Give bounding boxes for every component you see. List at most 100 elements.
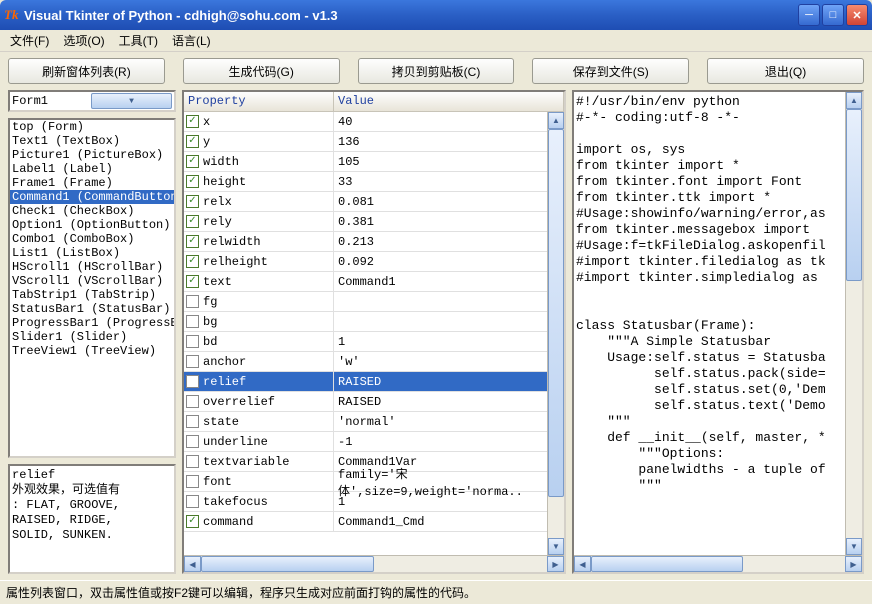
scroll-thumb-v[interactable] bbox=[846, 109, 862, 281]
checkbox-icon[interactable] bbox=[186, 355, 199, 368]
checkbox-icon[interactable]: ✓ bbox=[186, 195, 199, 208]
list-item[interactable]: Text1 (TextBox) bbox=[10, 134, 174, 148]
list-item[interactable]: VScroll1 (VScrollBar) bbox=[10, 274, 174, 288]
property-value[interactable] bbox=[334, 312, 547, 331]
property-row[interactable]: ✓rely0.381 bbox=[184, 212, 547, 232]
list-item[interactable]: Command1 (CommandButton) bbox=[10, 190, 174, 204]
property-row[interactable]: underline-1 bbox=[184, 432, 547, 452]
checkbox-icon[interactable]: ✓ bbox=[186, 515, 199, 528]
list-item[interactable]: Slider1 (Slider) bbox=[10, 330, 174, 344]
property-value[interactable]: 1 bbox=[334, 492, 547, 511]
property-row[interactable]: bd1 bbox=[184, 332, 547, 352]
checkbox-icon[interactable] bbox=[186, 375, 199, 388]
refresh-forms-button[interactable]: 刷新窗体列表(R) bbox=[8, 58, 165, 84]
property-row[interactable]: ✓x40 bbox=[184, 112, 547, 132]
code-scroll-h[interactable]: ◀ ▶ bbox=[574, 555, 862, 572]
checkbox-icon[interactable]: ✓ bbox=[186, 235, 199, 248]
menu-file[interactable]: 文件(F) bbox=[4, 30, 55, 51]
property-value[interactable]: 0.213 bbox=[334, 232, 547, 251]
list-item[interactable]: TreeView1 (TreeView) bbox=[10, 344, 174, 358]
property-row[interactable]: ✓textCommand1 bbox=[184, 272, 547, 292]
checkbox-icon[interactable] bbox=[186, 455, 199, 468]
maximize-button[interactable]: □ bbox=[822, 4, 844, 26]
scroll-left-icon[interactable]: ◀ bbox=[184, 556, 201, 572]
property-scroll-v[interactable]: ▲ ▼ bbox=[547, 112, 564, 555]
list-item[interactable]: Label1 (Label) bbox=[10, 162, 174, 176]
property-value[interactable]: 1 bbox=[334, 332, 547, 351]
checkbox-icon[interactable] bbox=[186, 475, 199, 488]
checkbox-icon[interactable] bbox=[186, 415, 199, 428]
property-value[interactable]: 136 bbox=[334, 132, 547, 151]
checkbox-icon[interactable] bbox=[186, 335, 199, 348]
checkbox-icon[interactable]: ✓ bbox=[186, 215, 199, 228]
property-row[interactable]: fontfamily='宋体',size=9,weight='norma.. bbox=[184, 472, 547, 492]
scroll-down-icon[interactable]: ▼ bbox=[548, 538, 564, 555]
close-button[interactable]: ✕ bbox=[846, 4, 868, 26]
checkbox-icon[interactable]: ✓ bbox=[186, 275, 199, 288]
property-value[interactable]: 'w' bbox=[334, 352, 547, 371]
checkbox-icon[interactable] bbox=[186, 295, 199, 308]
checkbox-icon[interactable]: ✓ bbox=[186, 135, 199, 148]
minimize-button[interactable]: ─ bbox=[798, 4, 820, 26]
property-value[interactable]: Command1_Cmd bbox=[334, 512, 547, 531]
checkbox-icon[interactable]: ✓ bbox=[186, 175, 199, 188]
scroll-thumb-h[interactable] bbox=[591, 556, 743, 572]
chevron-down-icon[interactable]: ▼ bbox=[91, 93, 172, 109]
list-item[interactable]: Picture1 (PictureBox) bbox=[10, 148, 174, 162]
property-row[interactable]: bg bbox=[184, 312, 547, 332]
property-value[interactable]: 'normal' bbox=[334, 412, 547, 431]
property-row[interactable]: ✓relheight0.092 bbox=[184, 252, 547, 272]
property-value[interactable]: 33 bbox=[334, 172, 547, 191]
property-value[interactable] bbox=[334, 292, 547, 311]
list-item[interactable]: Frame1 (Frame) bbox=[10, 176, 174, 190]
property-row[interactable]: reliefRAISED bbox=[184, 372, 547, 392]
list-item[interactable]: Check1 (CheckBox) bbox=[10, 204, 174, 218]
checkbox-icon[interactable] bbox=[186, 435, 199, 448]
scroll-thumb-v[interactable] bbox=[548, 129, 564, 497]
checkbox-icon[interactable] bbox=[186, 315, 199, 328]
scroll-right-icon[interactable]: ▶ bbox=[845, 556, 862, 572]
property-row[interactable]: ✓y136 bbox=[184, 132, 547, 152]
checkbox-icon[interactable] bbox=[186, 395, 199, 408]
list-item[interactable]: HScroll1 (HScrollBar) bbox=[10, 260, 174, 274]
col-property[interactable]: Property bbox=[184, 92, 334, 112]
code-view[interactable]: #!/usr/bin/env python #-*- coding:utf-8 … bbox=[574, 92, 845, 555]
property-value[interactable]: 0.381 bbox=[334, 212, 547, 231]
property-row[interactable]: takefocus1 bbox=[184, 492, 547, 512]
generate-code-button[interactable]: 生成代码(G) bbox=[183, 58, 340, 84]
list-item[interactable]: Option1 (OptionButton) bbox=[10, 218, 174, 232]
property-row[interactable]: ✓commandCommand1_Cmd bbox=[184, 512, 547, 532]
property-row[interactable]: overreliefRAISED bbox=[184, 392, 547, 412]
property-row[interactable]: anchor'w' bbox=[184, 352, 547, 372]
scroll-up-icon[interactable]: ▲ bbox=[846, 92, 862, 109]
form-combo[interactable]: Form1 ▼ bbox=[8, 90, 176, 112]
list-item[interactable]: ProgressBar1 (ProgressBar) bbox=[10, 316, 174, 330]
list-item[interactable]: StatusBar1 (StatusBar) bbox=[10, 302, 174, 316]
scroll-down-icon[interactable]: ▼ bbox=[846, 538, 862, 555]
scroll-right-icon[interactable]: ▶ bbox=[547, 556, 564, 572]
property-row[interactable]: ✓width105 bbox=[184, 152, 547, 172]
property-value[interactable]: -1 bbox=[334, 432, 547, 451]
menu-tools[interactable]: 工具(T) bbox=[113, 30, 164, 51]
checkbox-icon[interactable]: ✓ bbox=[186, 255, 199, 268]
property-value[interactable]: 105 bbox=[334, 152, 547, 171]
property-value[interactable]: 0.092 bbox=[334, 252, 547, 271]
widget-list[interactable]: top (Form)Text1 (TextBox)Picture1 (Pictu… bbox=[8, 118, 176, 458]
save-file-button[interactable]: 保存到文件(S) bbox=[532, 58, 689, 84]
scroll-left-icon[interactable]: ◀ bbox=[574, 556, 591, 572]
checkbox-icon[interactable]: ✓ bbox=[186, 155, 199, 168]
menu-options[interactable]: 选项(O) bbox=[57, 30, 110, 51]
property-row[interactable]: fg bbox=[184, 292, 547, 312]
scroll-thumb-h[interactable] bbox=[201, 556, 374, 572]
property-row[interactable]: ✓height33 bbox=[184, 172, 547, 192]
property-scroll-h[interactable]: ◀ ▶ bbox=[184, 555, 564, 572]
menu-language[interactable]: 语言(L) bbox=[166, 30, 217, 51]
code-scroll-v[interactable]: ▲ ▼ bbox=[845, 92, 862, 555]
property-value[interactable]: 40 bbox=[334, 112, 547, 131]
list-item[interactable]: TabStrip1 (TabStrip) bbox=[10, 288, 174, 302]
property-value[interactable]: RAISED bbox=[334, 392, 547, 411]
property-value[interactable]: family='宋体',size=9,weight='norma.. bbox=[334, 472, 547, 491]
property-row[interactable]: state'normal' bbox=[184, 412, 547, 432]
property-value[interactable]: Command1 bbox=[334, 272, 547, 291]
scroll-up-icon[interactable]: ▲ bbox=[548, 112, 564, 129]
